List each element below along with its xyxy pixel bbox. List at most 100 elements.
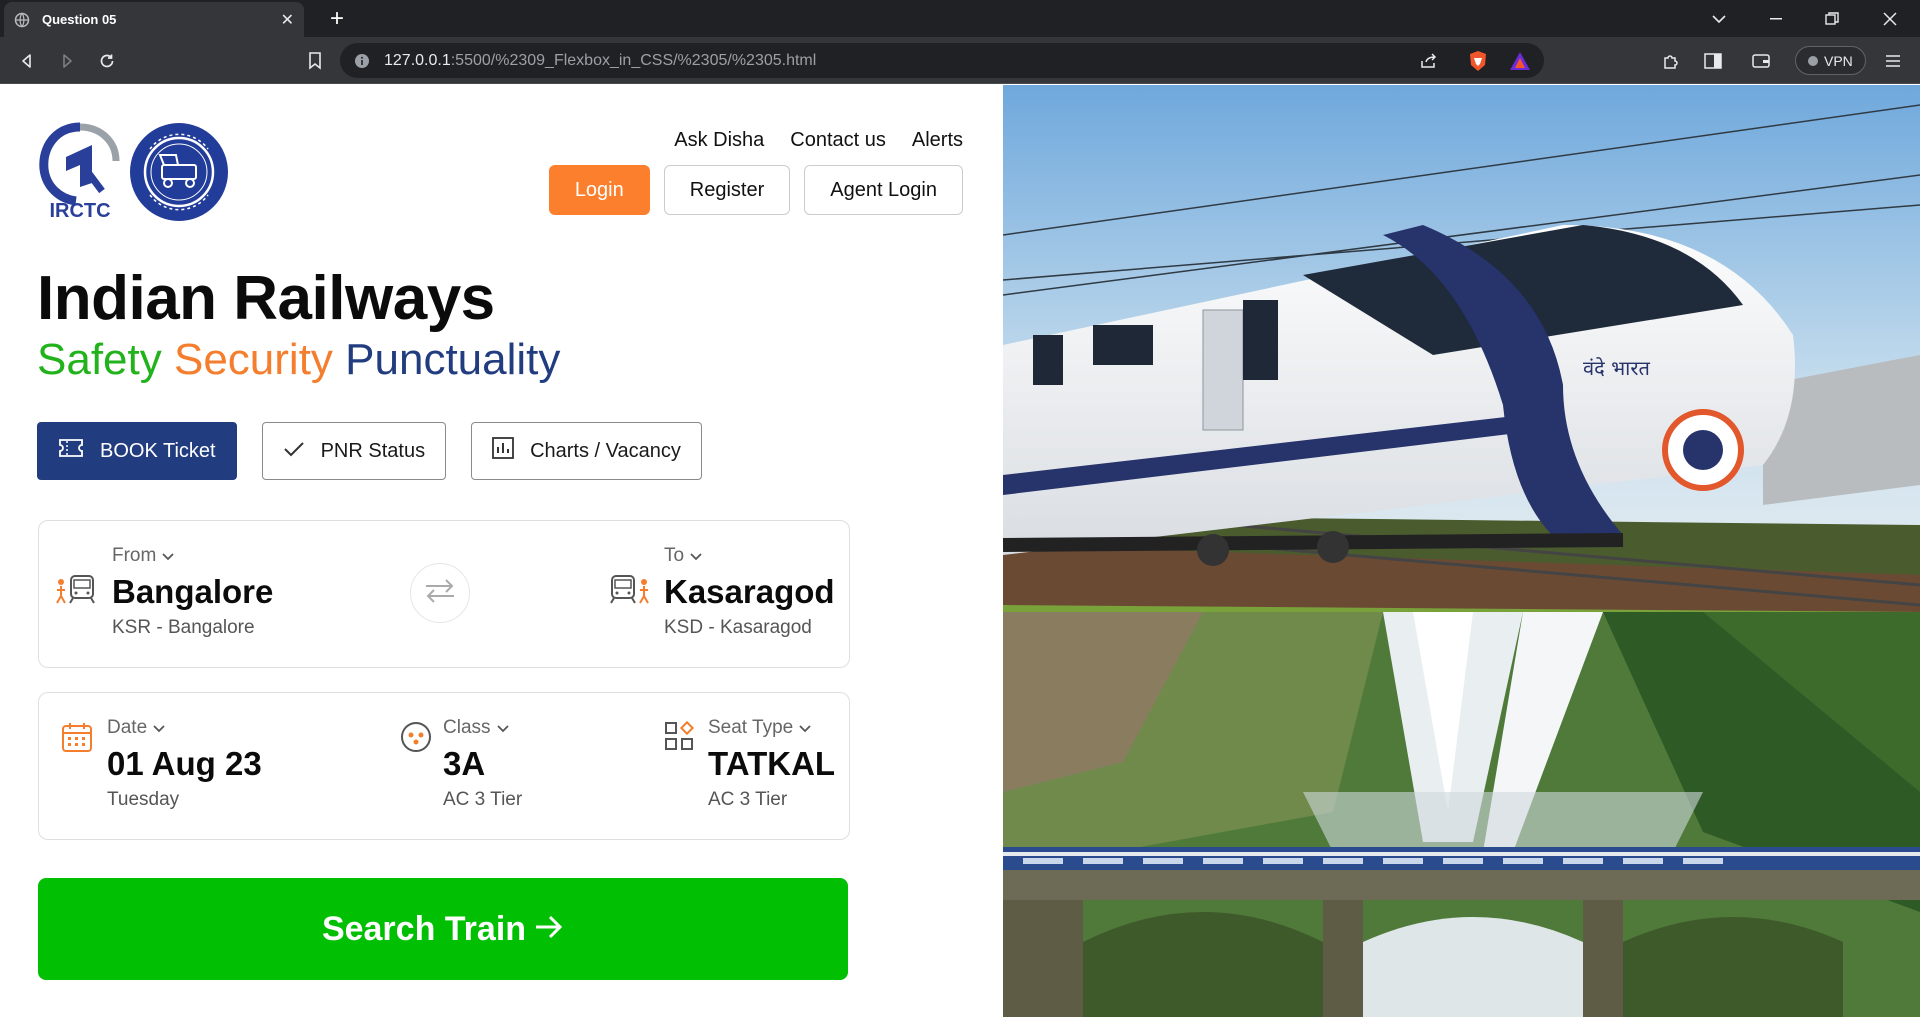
arrival-station-icon — [610, 573, 652, 612]
tab-charts-vacancy[interactable]: Charts / Vacancy — [471, 422, 702, 480]
calendar-icon — [61, 721, 93, 758]
class-sub: AC 3 Tier — [443, 789, 523, 810]
url-host: 127.0.0.1 — [384, 51, 451, 69]
details-card: Date 01 Aug 23 Tuesday Class 3A AC 3 Tie… — [38, 692, 850, 840]
hero-images: वंदे भारत — [1003, 85, 1920, 1017]
class-value: 3A — [443, 745, 486, 782]
swap-icon — [424, 578, 456, 609]
date-value: 01 Aug 23 — [107, 745, 262, 782]
search-train-button[interactable]: Search Train — [38, 878, 848, 980]
nav-ask-disha[interactable]: Ask Disha — [674, 129, 764, 152]
register-button[interactable]: Register — [663, 165, 791, 215]
chevron-down-icon — [496, 717, 509, 739]
minimize-button[interactable] — [1752, 0, 1800, 37]
class-label: Class — [443, 717, 491, 738]
agent-login-button[interactable]: Agent Login — [804, 165, 963, 215]
close-tab-icon[interactable]: ✕ — [281, 10, 294, 30]
irctc-logo[interactable]: IRCTC — [36, 121, 124, 222]
site-info-icon[interactable] — [354, 53, 370, 69]
irctc-logo-text: IRCTC — [49, 200, 110, 221]
globe-icon — [14, 12, 30, 28]
browser-tab[interactable]: Question 05 ✕ — [4, 2, 304, 37]
arrow-right-icon — [534, 910, 564, 949]
tab-charts-vacancy-label: Charts / Vacancy — [530, 439, 681, 462]
dudhsagar-waterfall-image — [1003, 612, 1920, 1017]
browser-tabbar: Question 05 ✕ + — [0, 0, 1920, 37]
sidebar-icon[interactable] — [1698, 46, 1728, 76]
journey-card: From Bangalore KSR - Bangalore To Kasara… — [38, 520, 850, 668]
menu-icon[interactable] — [1878, 46, 1908, 76]
seat-type-value: TATKAL — [708, 745, 836, 782]
seat-type-field[interactable]: Seat Type TATKAL AC 3 Tier — [708, 717, 835, 811]
departure-station-icon — [55, 573, 97, 612]
url-path: :5500/%2309_Flexbox_in_CSS/%2305/%2305.h… — [450, 51, 817, 69]
ticket-icon — [58, 438, 84, 464]
to-label: To — [664, 545, 685, 566]
date-field[interactable]: Date 01 Aug 23 Tuesday — [107, 717, 262, 811]
brave-rewards-icon[interactable] — [1505, 46, 1535, 76]
chevron-down-icon — [690, 545, 702, 567]
to-city: Kasaragod — [664, 573, 835, 610]
seat-type-icon — [664, 720, 696, 758]
vpn-button[interactable]: VPN — [1795, 46, 1866, 75]
chevron-down-icon — [153, 717, 165, 739]
date-day: Tuesday — [107, 789, 180, 810]
page-title: Indian Railways — [37, 264, 495, 333]
tagline-punctuality: Punctuality — [345, 335, 561, 384]
vpn-label: VPN — [1824, 52, 1853, 69]
from-field[interactable]: From Bangalore KSR - Bangalore — [112, 545, 273, 639]
indian-railways-emblem[interactable] — [128, 121, 230, 223]
auth-buttons: Login Register Agent Login — [548, 165, 963, 215]
browser-toolbar: 127.0.0.1:5500/%2309_Flexbox_in_CSS/%230… — [0, 37, 1920, 84]
mode-tabs: BOOK Ticket PNR Status Charts / Vacancy — [37, 422, 702, 480]
from-city: Bangalore — [112, 573, 274, 610]
from-station: KSR - Bangalore — [112, 617, 255, 638]
chevron-down-icon — [162, 545, 174, 567]
wallet-icon[interactable] — [1746, 46, 1776, 76]
from-label: From — [112, 545, 157, 566]
back-icon[interactable] — [12, 46, 42, 76]
to-field[interactable]: To Kasaragod KSD - Kasaragod — [664, 545, 835, 639]
nav-contact-us[interactable]: Contact us — [790, 129, 886, 152]
tab-pnr-status-label: PNR Status — [320, 439, 426, 462]
to-label-row: To — [664, 545, 835, 567]
top-nav: Ask Disha Contact us Alerts — [674, 129, 963, 152]
search-train-label: Search Train — [321, 909, 527, 948]
bookmark-icon[interactable] — [300, 46, 330, 76]
tab-book-ticket[interactable]: BOOK Ticket — [37, 422, 237, 480]
left-panel: IRCTC Ask Disha Contact us Alerts Login … — [0, 85, 1003, 1017]
class-label-row: Class — [443, 717, 522, 739]
tagline: Safety Security Punctuality — [37, 335, 560, 385]
date-label-row: Date — [107, 717, 262, 739]
extensions-icon[interactable] — [1656, 46, 1686, 76]
page: IRCTC Ask Disha Contact us Alerts Login … — [0, 85, 1920, 1017]
share-icon[interactable] — [1414, 46, 1444, 76]
from-label-row: From — [112, 545, 273, 567]
seat-type-label: Seat Type — [708, 717, 794, 738]
seat-type-sub: AC 3 Tier — [708, 789, 788, 810]
vpn-status-icon — [1808, 55, 1818, 66]
nav-alerts[interactable]: Alerts — [912, 129, 963, 152]
tab-pnr-status[interactable]: PNR Status — [261, 422, 447, 480]
swap-stations-button[interactable] — [410, 563, 470, 623]
date-label: Date — [107, 717, 148, 738]
tab-search-icon[interactable] — [1695, 0, 1743, 37]
forward-icon[interactable] — [52, 46, 82, 76]
login-button[interactable]: Login — [548, 165, 650, 215]
restore-button[interactable] — [1808, 0, 1856, 37]
class-icon — [400, 721, 432, 758]
new-tab-button[interactable]: + — [322, 4, 352, 34]
address-bar[interactable]: 127.0.0.1:5500/%2309_Flexbox_in_CSS/%230… — [340, 43, 1544, 78]
check-icon — [283, 440, 305, 463]
to-station: KSD - Kasaragod — [664, 617, 812, 638]
tagline-security: Security — [173, 335, 333, 384]
chevron-down-icon — [799, 717, 811, 739]
vande-bharat-train-image: वंदे भारत — [1003, 85, 1920, 612]
tagline-safety: Safety — [37, 335, 162, 384]
close-window-button[interactable] — [1866, 0, 1914, 37]
class-field[interactable]: Class 3A AC 3 Tier — [443, 717, 522, 811]
seat-label-row: Seat Type — [708, 717, 835, 739]
train-livery-text: वंदे भारत — [1583, 356, 1651, 380]
reload-icon[interactable] — [92, 46, 122, 76]
brave-shield-icon[interactable] — [1463, 46, 1493, 76]
